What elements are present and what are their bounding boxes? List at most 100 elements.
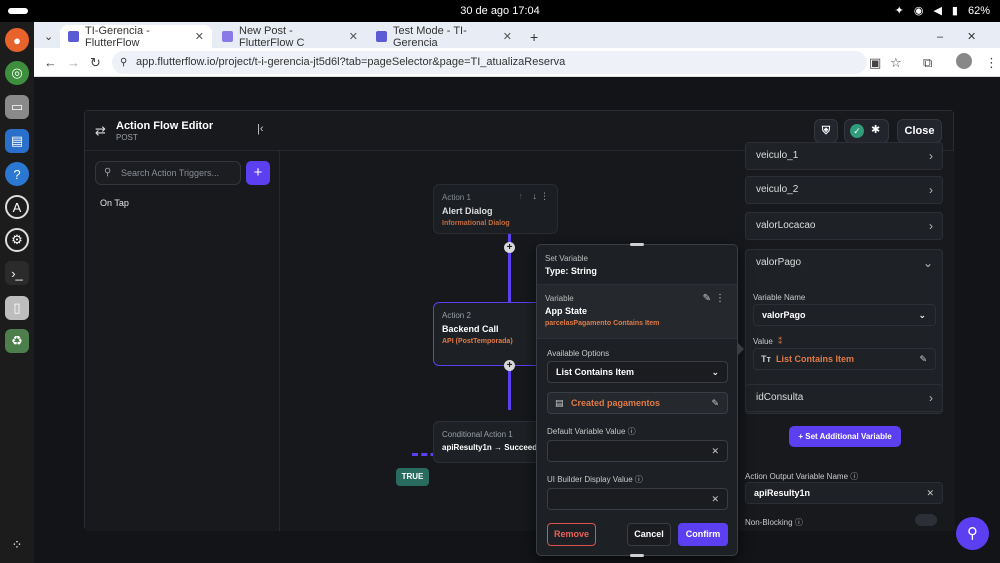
remove-button[interactable]: Remove [547, 523, 596, 546]
confirm-button[interactable]: Confirm [678, 523, 728, 546]
flutterflow-favicon-icon [376, 31, 387, 42]
add-trigger-button[interactable]: + [246, 161, 270, 185]
more-options-icon[interactable]: ⋮ [715, 293, 725, 304]
action-properties-panel: veiculo_1 › veiculo_2 › valorLocacao › valo… [745, 142, 955, 531]
bookmark-star-icon[interactable]: ☆ [890, 55, 902, 71]
variable-row-id-consulta[interactable]: idConsulta › [745, 384, 943, 412]
close-tab-icon[interactable]: ✕ [195, 30, 204, 43]
shield-button[interactable]: ⛨ [814, 119, 838, 143]
editor-title: Action Flow Editor [116, 120, 214, 132]
variable-section: Variable App State parcelasPagamento Con… [537, 285, 737, 339]
browser-tab-flutterflow[interactable]: TI-Gerencia - FlutterFlow ✕ [60, 25, 212, 49]
install-app-icon[interactable]: ▣ [869, 55, 881, 71]
accessibility-icon: ✦ [894, 5, 904, 17]
action-1-card[interactable]: Action 1 Alert Dialog Informational Dial… [433, 184, 558, 234]
value-field[interactable]: Tт List Contains Item ✎ [753, 348, 936, 370]
browser-tab-new-post[interactable]: New Post - FlutterFlow C ✕ [214, 25, 366, 49]
check-circle-icon[interactable]: ✓ [850, 124, 864, 138]
browser-menu-icon[interactable]: ⋮ [985, 55, 998, 71]
output-variable-input[interactable]: apiResulty1n ✕ [745, 482, 943, 504]
variable-row-valor-locacao[interactable]: valorLocacao › [745, 212, 943, 240]
non-blocking-toggle[interactable] [915, 514, 937, 526]
popup-pointer [737, 342, 744, 356]
help-chat-button[interactable]: ⚲ [956, 517, 989, 550]
new-tab-button[interactable]: + [522, 25, 542, 48]
variable-name-select[interactable]: valorPago ⌄ [753, 304, 936, 326]
popup-drag-handle[interactable] [630, 554, 644, 557]
system-clock[interactable]: 30 de ago 17:04 [0, 5, 1000, 17]
reload-icon[interactable]: ↻ [90, 55, 101, 71]
tab-list-button[interactable]: ⌄ [38, 25, 58, 48]
variable-row-veiculo-2[interactable]: veiculo_2 › [745, 176, 943, 204]
text-type-icon: Tт [761, 354, 771, 364]
flutterflow-favicon-icon [68, 31, 79, 42]
add-action-button[interactable]: + [504, 360, 515, 371]
ui-builder-value-label: UI Builder Display Value ⓘ [547, 475, 643, 484]
flutterflow-page: ⇄ Action Flow Editor POST |‹ ⛨ ✓ ✱ Close… [34, 77, 1000, 563]
add-action-button[interactable]: + [504, 242, 515, 253]
wifi-icon: ◉ [913, 5, 924, 17]
chevron-down-icon: ⌄ [922, 256, 933, 270]
writer-icon[interactable]: ▤ [5, 129, 29, 153]
action-flow-icon: ⇄ [95, 123, 106, 138]
value-label: Value ⁑ [753, 337, 783, 346]
move-up-icon[interactable]: ↑ [519, 191, 524, 201]
more-options-icon[interactable]: ⋮ [540, 191, 549, 202]
debug-bug-icon[interactable]: ✱ [871, 123, 880, 136]
close-button[interactable]: Close [897, 119, 942, 143]
move-down-icon[interactable]: ↓ [533, 191, 538, 201]
true-branch-badge[interactable]: TRUE [396, 468, 429, 486]
files-icon[interactable]: ▭ [5, 95, 29, 119]
clear-icon[interactable]: ✕ [711, 489, 719, 509]
trash-icon[interactable]: ♻ [5, 329, 29, 353]
variable-icon: ⁑ [778, 337, 783, 346]
available-options-select[interactable]: List Contains Item ⌄ [547, 361, 728, 383]
non-blocking-label: Non-Blocking ⓘ [745, 518, 803, 527]
app-center-icon[interactable]: A [5, 195, 29, 219]
browser-tab-test-mode[interactable]: Test Mode - TI-Gerencia ✕ [368, 25, 520, 49]
set-variable-popup: Set Variable Type: String Variable App S… [536, 243, 744, 557]
info-icon: ⓘ [850, 472, 859, 481]
edit-pencil-icon[interactable]: ✎ [703, 293, 711, 304]
show-apps-icon[interactable]: ⁘ [5, 533, 29, 557]
action-triggers-panel: ⚲ Search Action Triggers... + On Tap [85, 151, 280, 531]
cancel-button[interactable]: Cancel [627, 523, 671, 546]
minimize-window-icon[interactable]: – [929, 25, 949, 48]
variable-name-label: Variable Name [753, 293, 806, 302]
chrome-icon[interactable]: ◎ [5, 61, 29, 85]
collapse-panel-icon[interactable]: |‹ [257, 123, 264, 135]
created-value-field[interactable]: ▤ Created pagamentos ✎ [547, 392, 728, 414]
firefox-icon[interactable]: ● [5, 28, 29, 52]
trigger-item-on-tap[interactable]: On Tap [100, 198, 129, 208]
edit-pencil-icon[interactable]: ✎ [711, 393, 719, 413]
url-input[interactable]: ⚲ app.flutterflow.io/project/t-i-gerenci… [112, 51, 867, 74]
extensions-icon[interactable]: ⧉ [923, 55, 932, 71]
close-tab-icon[interactable]: ✕ [503, 30, 512, 43]
volume-icon: ◀ [933, 5, 942, 17]
set-additional-variable-button[interactable]: + Set Additional Variable [789, 426, 901, 447]
available-options-label: Available Options [547, 349, 610, 358]
settings-icon[interactable]: ⚙ [5, 228, 29, 252]
search-triggers-input[interactable]: ⚲ Search Action Triggers... [95, 161, 241, 185]
output-variable-label: Action Output Variable Name ⓘ [745, 472, 859, 481]
disk-icon[interactable]: ▯ [5, 296, 29, 320]
system-top-bar: 30 de ago 17:04 ✦ ◉ ◀ ▮ 62% [0, 0, 1000, 22]
edit-pencil-icon[interactable]: ✎ [919, 349, 927, 369]
profile-avatar[interactable] [956, 53, 972, 69]
back-icon[interactable]: ← [44, 55, 57, 70]
default-value-input[interactable]: ✕ [547, 440, 728, 462]
site-info-icon[interactable]: ⚲ [120, 51, 127, 74]
forward-icon[interactable]: → [67, 55, 80, 70]
terminal-icon[interactable]: ›_ [5, 261, 29, 285]
chevron-right-icon: › [929, 149, 933, 163]
ui-builder-value-input[interactable]: ✕ [547, 488, 728, 510]
variable-row-veiculo-1[interactable]: veiculo_1 › [745, 142, 943, 170]
help-icon[interactable]: ? [5, 162, 29, 186]
close-tab-icon[interactable]: ✕ [349, 30, 358, 43]
set-variable-header: Set Variable Type: String [537, 245, 737, 285]
chevron-right-icon: › [929, 219, 933, 233]
clear-icon[interactable]: ✕ [926, 483, 934, 503]
close-window-icon[interactable]: ✕ [959, 25, 979, 48]
system-tray[interactable]: ✦ ◉ ◀ ▮ 62% [894, 4, 990, 18]
clear-icon[interactable]: ✕ [711, 441, 719, 461]
